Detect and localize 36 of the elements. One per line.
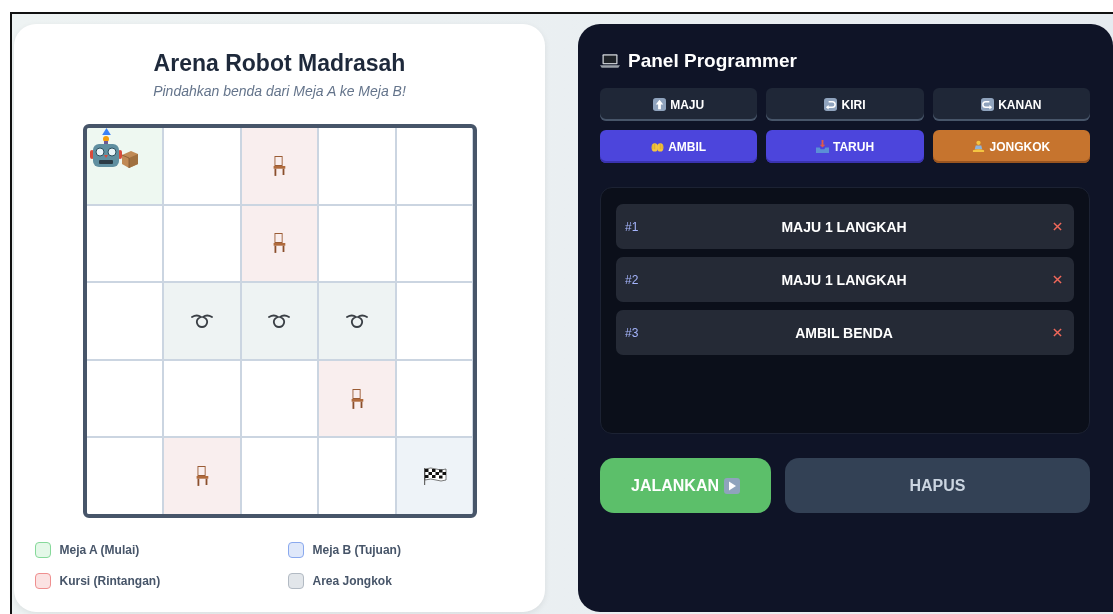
step-number: #3 xyxy=(625,325,640,340)
delete-icon[interactable] xyxy=(1053,222,1062,231)
curly-loop-icon xyxy=(267,313,292,329)
delete-icon[interactable] xyxy=(1053,328,1062,337)
step-text: MAJU 1 LANGKAH xyxy=(780,271,908,288)
legend-label: Meja A (Mulai) xyxy=(59,543,140,557)
clear-button[interactable]: HAPUS xyxy=(785,458,1090,513)
command-button[interactable]: AMBIL xyxy=(600,130,758,163)
sitting-figure-icon xyxy=(972,140,986,153)
open-hands-icon xyxy=(651,140,665,153)
direction-arrow-icon xyxy=(101,128,111,135)
laptop-icon xyxy=(600,53,620,69)
delete-icon[interactable] xyxy=(1053,275,1062,284)
curly-loop-icon xyxy=(189,313,214,329)
command-button[interactable]: KANAN xyxy=(932,88,1090,121)
step-number: #2 xyxy=(625,272,640,287)
step-text: AMBIL BENDA xyxy=(794,324,894,341)
legend-label: Meja B (Tujuan) xyxy=(312,543,401,557)
legend-label: Kursi (Rintangan) xyxy=(59,574,161,588)
play-icon xyxy=(724,477,740,494)
inbox-tray-icon xyxy=(815,140,829,153)
legend-label: Area Jongkok xyxy=(312,574,392,588)
return-arrow-icon xyxy=(824,98,838,111)
command-button[interactable]: KIRI xyxy=(766,88,924,121)
command-button[interactable]: TARUH xyxy=(766,130,924,163)
up-arrow-icon xyxy=(653,98,667,111)
arena-subtitle: Pindahkan benda dari Meja A ke Meja B! xyxy=(153,83,406,99)
step-text: MAJU 1 LANGKAH xyxy=(780,218,908,235)
step-number: #1 xyxy=(625,219,640,234)
command-button[interactable]: MAJU xyxy=(600,88,758,121)
arena-title: Arena Robot Madrasah xyxy=(153,50,406,77)
panel-title: Panel Programmer xyxy=(628,50,797,72)
curly-loop-icon xyxy=(345,313,370,329)
command-button[interactable]: JONGKOK xyxy=(932,130,1090,163)
curved-arrow-icon xyxy=(981,98,995,111)
checkered-flag-icon xyxy=(422,466,447,487)
